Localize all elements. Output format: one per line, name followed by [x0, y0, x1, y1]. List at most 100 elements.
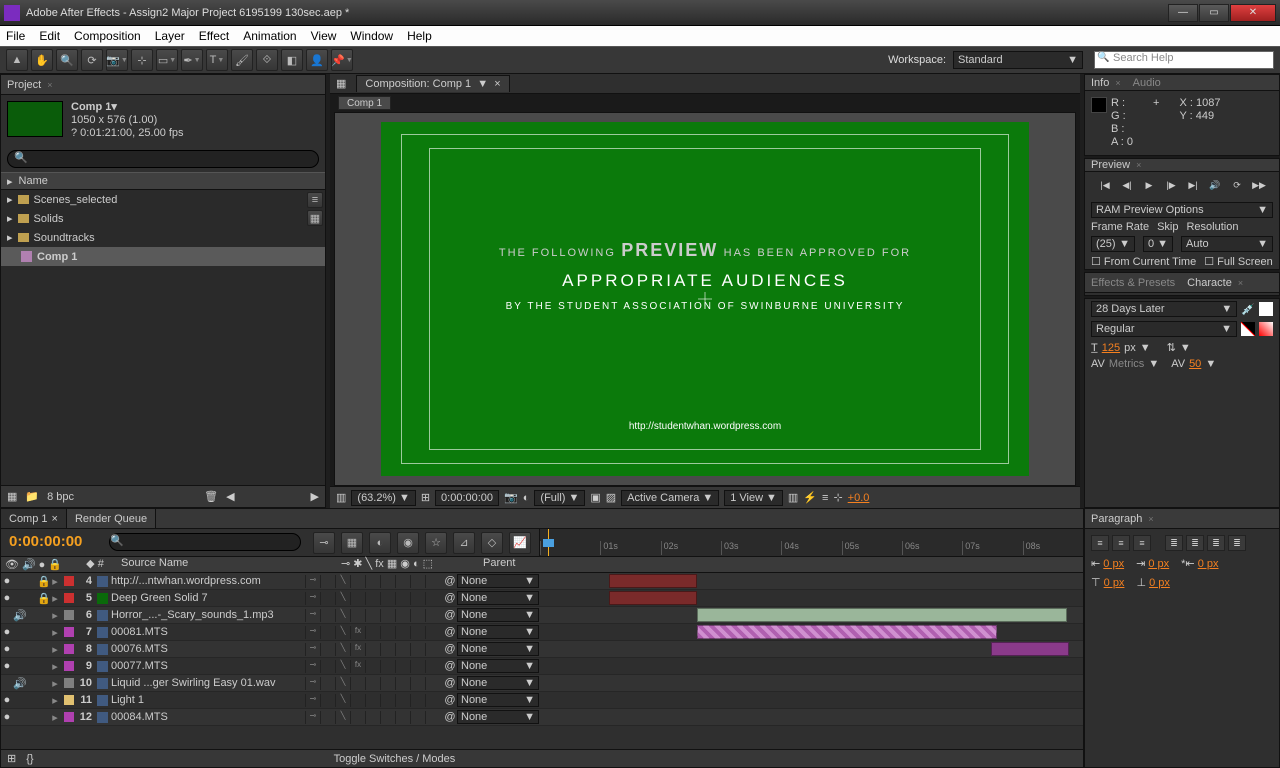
project-tab[interactable]: Project×: [1, 75, 325, 95]
always-preview-icon[interactable]: ▥: [336, 491, 346, 504]
toggle-switches-icon[interactable]: ⊞: [7, 752, 16, 765]
toggle-switches-button[interactable]: Toggle Switches / Modes: [334, 753, 456, 765]
parent-select[interactable]: None▼: [457, 642, 539, 656]
menu-view[interactable]: View: [311, 29, 337, 43]
composition-tab[interactable]: Composition: Comp 1 ▼×: [356, 75, 509, 92]
timeline-tab-comp[interactable]: Comp 1×: [1, 509, 67, 528]
menu-edit[interactable]: Edit: [39, 29, 60, 43]
first-frame-icon[interactable]: |◀: [1097, 178, 1113, 192]
brainstorm-icon[interactable]: ☆: [425, 532, 447, 554]
from-current-checkbox[interactable]: ☐ From Current Time: [1091, 255, 1196, 268]
camera-select[interactable]: Active Camera▼: [621, 490, 719, 506]
justify-all-icon[interactable]: ≣: [1228, 535, 1246, 551]
ram-preview-select[interactable]: RAM Preview Options▼: [1091, 202, 1273, 218]
ram-preview-icon[interactable]: ▶▶: [1251, 178, 1267, 192]
selection-tool[interactable]: ▲: [6, 49, 28, 71]
camera-tool[interactable]: 📷▼: [106, 49, 128, 71]
auto-keyframe-icon[interactable]: ◇: [481, 532, 503, 554]
align-left-icon[interactable]: ≡: [1091, 535, 1109, 551]
mute-icon[interactable]: 🔊: [1207, 178, 1223, 192]
draft3d-icon[interactable]: ▦: [341, 532, 363, 554]
project-col-name[interactable]: Name: [19, 175, 48, 187]
view-select[interactable]: 1 View▼: [724, 490, 783, 506]
roto-tool[interactable]: 👤: [306, 49, 328, 71]
type-tool[interactable]: T▼: [206, 49, 228, 71]
search-help[interactable]: Search Help: [1094, 51, 1274, 69]
next-arrow-icon[interactable]: ▶: [311, 490, 319, 503]
workspace-select[interactable]: Standard▼: [953, 51, 1083, 69]
frame-blend-icon[interactable]: ◐: [369, 532, 391, 554]
layer-bar[interactable]: [609, 591, 697, 605]
justify-right-icon[interactable]: ≣: [1207, 535, 1225, 551]
graph-icon[interactable]: 📈: [509, 532, 531, 554]
puppet-tool[interactable]: 📌▼: [331, 49, 353, 71]
parent-select[interactable]: None▼: [457, 710, 539, 724]
next-frame-icon[interactable]: |▶: [1163, 178, 1179, 192]
project-item-folder[interactable]: ▸Solids: [1, 209, 325, 228]
menu-file[interactable]: File: [6, 29, 25, 43]
swap-colors-icon[interactable]: [1259, 322, 1273, 336]
flowchart-icon[interactable]: ⊹: [833, 491, 842, 504]
framerate-select[interactable]: (25)▼: [1091, 236, 1135, 252]
layer-bar[interactable]: [609, 574, 697, 588]
trash-icon[interactable]: 🗑: [204, 490, 218, 503]
minimize-button[interactable]: —: [1168, 4, 1198, 22]
loop-icon[interactable]: ⟳: [1229, 178, 1245, 192]
new-folder-icon[interactable]: 📁: [25, 490, 39, 503]
parent-select[interactable]: None▼: [457, 676, 539, 690]
preview-res-select[interactable]: Auto▼: [1181, 236, 1273, 252]
graph-editor-icon[interactable]: ⊿: [453, 532, 475, 554]
play-icon[interactable]: ▶: [1141, 178, 1157, 192]
project-item-comp[interactable]: Comp 1: [1, 247, 325, 266]
menu-help[interactable]: Help: [407, 29, 432, 43]
stroke-color-swatch[interactable]: [1241, 322, 1255, 336]
zoom-tool[interactable]: 🔍: [56, 49, 78, 71]
align-right-icon[interactable]: ≡: [1133, 535, 1151, 551]
pen-tool[interactable]: ✒▼: [181, 49, 203, 71]
hand-tool[interactable]: ✋: [31, 49, 53, 71]
justify-left-icon[interactable]: ≣: [1165, 535, 1183, 551]
transparency-grid-icon[interactable]: ▨: [606, 491, 616, 504]
audio-tab[interactable]: Audio: [1133, 77, 1161, 89]
parent-select[interactable]: None▼: [457, 574, 539, 588]
fullscreen-checkbox[interactable]: ☐ Full Screen: [1204, 255, 1273, 268]
timeline-icon[interactable]: ≡: [822, 492, 828, 504]
fast-previews-icon[interactable]: ⚡: [803, 491, 817, 504]
composition-viewer[interactable]: THE FOLLOWING PREVIEW HAS BEEN APPROVED …: [334, 112, 1076, 486]
magnification-select[interactable]: (63.2%)▼: [351, 490, 415, 506]
snapshot-icon[interactable]: 📷: [504, 491, 518, 504]
eyedropper-icon[interactable]: 💉: [1241, 303, 1255, 316]
font-size-value[interactable]: 125: [1102, 342, 1120, 354]
paragraph-tab[interactable]: Paragraph: [1091, 513, 1142, 525]
project-search[interactable]: 🔍: [7, 150, 319, 168]
project-item-folder[interactable]: ▸Soundtracks: [1, 228, 325, 247]
menu-animation[interactable]: Animation: [243, 29, 296, 43]
resolution-select[interactable]: (Full)▼: [534, 490, 585, 506]
motion-blur-icon[interactable]: ◉: [397, 532, 419, 554]
roi-icon[interactable]: ▣: [590, 491, 600, 504]
project-item-folder[interactable]: ▸Scenes_selected: [1, 190, 325, 209]
current-timecode[interactable]: 0:00:00:00: [1, 529, 105, 556]
time-ruler[interactable]: 01s02s03s04s05s06s07s08s: [539, 529, 1083, 556]
clone-tool[interactable]: ⟐: [256, 49, 278, 71]
layer-bar[interactable]: [697, 625, 997, 639]
info-tab[interactable]: Info: [1091, 77, 1109, 89]
eraser-tool[interactable]: ◧: [281, 49, 303, 71]
maximize-button[interactable]: ▭: [1199, 4, 1229, 22]
parent-select[interactable]: None▼: [457, 591, 539, 605]
fill-color-swatch[interactable]: [1259, 302, 1273, 316]
menu-effect[interactable]: Effect: [199, 29, 229, 43]
layer-switches-icon[interactable]: {}: [26, 753, 33, 765]
menu-composition[interactable]: Composition: [74, 29, 141, 43]
parent-select[interactable]: None▼: [457, 608, 539, 622]
shy-icon[interactable]: ⊸: [313, 532, 335, 554]
prev-frame-icon[interactable]: ◀|: [1119, 178, 1135, 192]
timecode-display[interactable]: 0:00:00:00: [435, 490, 499, 506]
skip-select[interactable]: 0▼: [1143, 236, 1173, 252]
menu-layer[interactable]: Layer: [155, 29, 185, 43]
close-button[interactable]: ✕: [1230, 4, 1276, 22]
timeline-tab-render[interactable]: Render Queue: [67, 509, 156, 528]
menu-window[interactable]: Window: [350, 29, 393, 43]
rotation-tool[interactable]: ⟳: [81, 49, 103, 71]
preview-tab[interactable]: Preview: [1091, 159, 1130, 171]
